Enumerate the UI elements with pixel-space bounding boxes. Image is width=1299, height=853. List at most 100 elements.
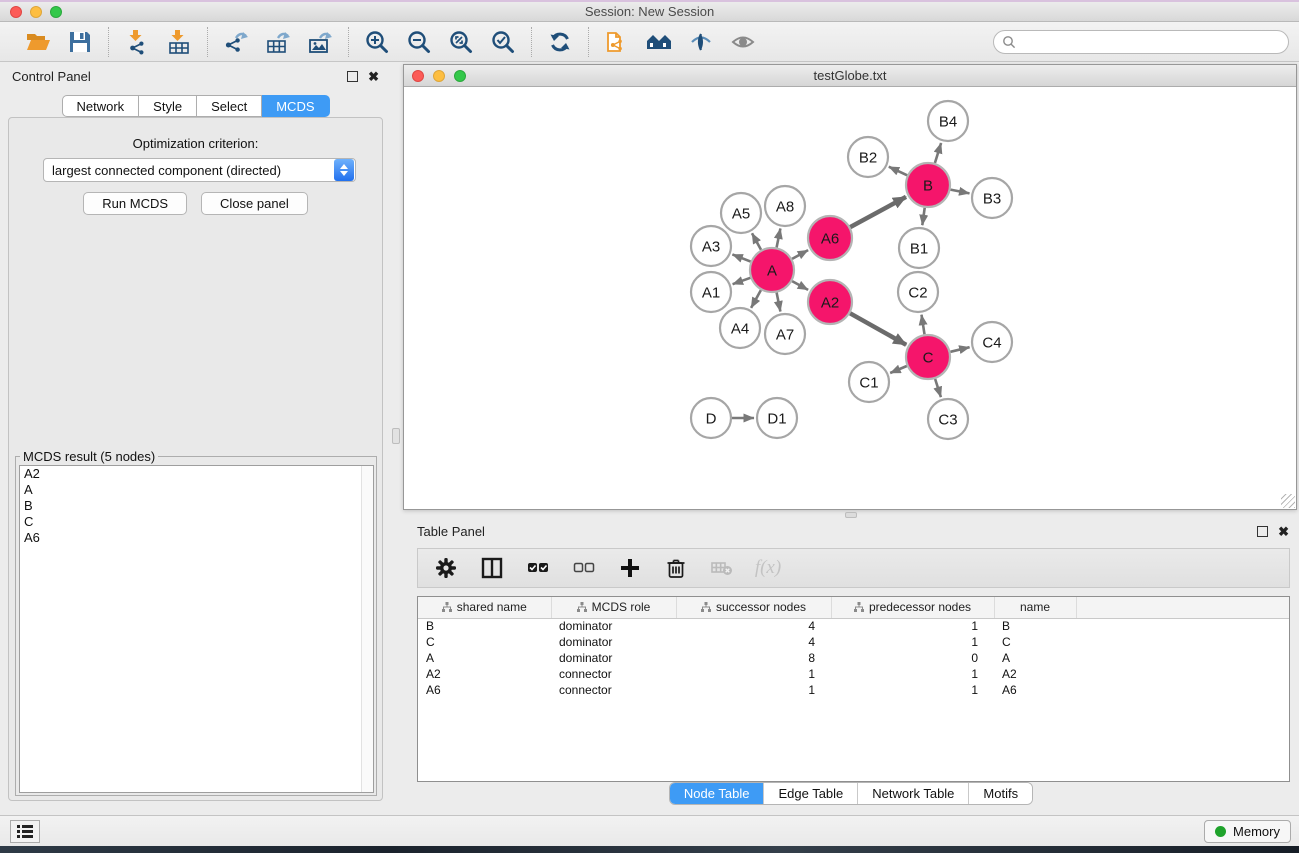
export-image-icon[interactable] (306, 28, 334, 56)
open-file-icon[interactable] (24, 28, 52, 56)
graph-node-D1[interactable]: D1 (757, 398, 797, 438)
open-session-file-icon[interactable] (603, 28, 631, 56)
split-columns-icon[interactable] (480, 556, 504, 580)
table-row[interactable]: Adominator80A (418, 650, 1289, 666)
network-graph[interactable]: B4 B2 B B3 B1 C2 A5 A8 A6 A3 A A1 A2 (404, 87, 1296, 509)
result-list-item[interactable]: A2 (20, 466, 373, 482)
traffic-lights[interactable] (10, 6, 62, 18)
graph-node-A7[interactable]: A7 (765, 314, 805, 354)
graph-node-C[interactable]: C (906, 335, 950, 379)
result-list-item[interactable]: C (20, 514, 373, 530)
table-cell[interactable]: connector (551, 682, 676, 698)
import-table-icon[interactable] (165, 28, 193, 56)
table-cell[interactable]: C (994, 634, 1076, 650)
run-mcds-button[interactable]: Run MCDS (83, 192, 187, 215)
graph-node-B4[interactable]: B4 (928, 101, 968, 141)
zoom-fit-icon[interactable] (447, 28, 475, 56)
result-list-item[interactable]: B (20, 498, 373, 514)
result-scrollbar[interactable] (361, 466, 373, 792)
table-cell[interactable]: A6 (418, 682, 551, 698)
result-list-item[interactable]: A6 (20, 530, 373, 546)
table-cell[interactable]: 1 (676, 682, 831, 698)
table-cell[interactable]: dominator (551, 650, 676, 666)
edge-A-A4[interactable] (751, 290, 761, 308)
table-cell[interactable]: 1 (676, 666, 831, 682)
edge-B-B4[interactable] (935, 143, 941, 163)
table-row[interactable]: A2connector11A2 (418, 666, 1289, 682)
table-cell[interactable]: 8 (676, 650, 831, 666)
edge-C-C4[interactable] (950, 347, 969, 352)
tab-select[interactable]: Select (197, 95, 262, 117)
table-cell[interactable]: 4 (676, 634, 831, 650)
zoom-window-icon[interactable] (50, 6, 62, 18)
edge-A-A6[interactable] (792, 250, 808, 259)
edge-A-A3[interactable] (732, 254, 750, 261)
table-cell[interactable]: A6 (994, 682, 1076, 698)
tab-network[interactable]: Network (61, 95, 139, 117)
table-cell[interactable]: A (994, 650, 1076, 666)
home-icon[interactable] (645, 28, 673, 56)
table-cell[interactable]: A2 (994, 666, 1076, 682)
mcds-result-list[interactable]: A2ABCA6 (19, 465, 374, 793)
panel-splitter-handle[interactable] (392, 428, 400, 444)
table-cell[interactable]: connector (551, 666, 676, 682)
table-cell[interactable]: C (418, 634, 551, 650)
float-panel-icon[interactable] (347, 71, 358, 82)
close-table-panel-icon[interactable]: ✖ (1278, 526, 1289, 537)
column-header-predecessor-nodes[interactable]: predecessor nodes (831, 597, 994, 618)
table-cell[interactable]: B (418, 618, 551, 634)
close-panel-button[interactable]: Close panel (201, 192, 308, 215)
table-cell[interactable]: dominator (551, 634, 676, 650)
show-panels-icon[interactable] (729, 28, 757, 56)
optimization-criterion-dropdown[interactable]: largest connected component (directed) (43, 158, 356, 182)
edge-C-C2[interactable] (922, 315, 925, 335)
refresh-icon[interactable] (546, 28, 574, 56)
zoom-in-icon[interactable] (363, 28, 391, 56)
column-header-successor-nodes[interactable]: successor nodes (676, 597, 831, 618)
table-row[interactable]: Bdominator41B (418, 618, 1289, 634)
network-close-icon[interactable] (412, 70, 424, 82)
edge-A2-C[interactable] (850, 313, 906, 345)
graph-node-B3[interactable]: B3 (972, 178, 1012, 218)
edge-A-A5[interactable] (752, 233, 761, 250)
graph-node-A[interactable]: A (750, 248, 794, 292)
deselect-all-icon[interactable] (572, 556, 596, 580)
memory-button[interactable]: Memory (1204, 820, 1291, 843)
table-cell[interactable]: B (994, 618, 1076, 634)
graph-node-B1[interactable]: B1 (899, 228, 939, 268)
network-window-titlebar[interactable]: testGlobe.txt (404, 65, 1296, 87)
table-cell[interactable]: dominator (551, 618, 676, 634)
graph-node-A4[interactable]: A4 (720, 308, 760, 348)
export-table-icon[interactable] (264, 28, 292, 56)
graph-node-C4[interactable]: C4 (972, 322, 1012, 362)
column-header-MCDS-role[interactable]: MCDS role (551, 597, 676, 618)
table-cell[interactable]: 0 (831, 650, 994, 666)
import-network-icon[interactable] (123, 28, 151, 56)
graph-node-B[interactable]: B (906, 163, 950, 207)
edge-C-C3[interactable] (935, 379, 941, 397)
add-column-icon[interactable] (618, 556, 642, 580)
graph-node-A3[interactable]: A3 (691, 226, 731, 266)
graph-node-B2[interactable]: B2 (848, 137, 888, 177)
column-header-shared-name[interactable]: shared name (418, 597, 551, 618)
graph-node-A2[interactable]: A2 (808, 280, 852, 324)
close-panel-icon[interactable]: ✖ (368, 71, 379, 82)
result-list-item[interactable]: A (20, 482, 373, 498)
table-cell[interactable]: A (418, 650, 551, 666)
graph-node-C2[interactable]: C2 (898, 272, 938, 312)
graph-node-A6[interactable]: A6 (808, 216, 852, 260)
window-resize-grip[interactable] (1281, 494, 1295, 508)
table-cell[interactable]: 1 (831, 666, 994, 682)
tab-network-table[interactable]: Network Table (857, 783, 968, 804)
select-all-icon[interactable] (526, 556, 550, 580)
network-minimize-icon[interactable] (433, 70, 445, 82)
edge-C-C1[interactable] (890, 366, 907, 373)
column-header-name[interactable]: name (994, 597, 1076, 618)
edge-A6-B[interactable] (850, 197, 906, 227)
tab-mcds[interactable]: MCDS (262, 95, 329, 117)
graph-node-C3[interactable]: C3 (928, 399, 968, 439)
float-table-panel-icon[interactable] (1257, 526, 1268, 537)
table-cell[interactable]: 1 (831, 634, 994, 650)
search-box[interactable] (993, 30, 1289, 54)
edge-B-B3[interactable] (951, 190, 970, 194)
